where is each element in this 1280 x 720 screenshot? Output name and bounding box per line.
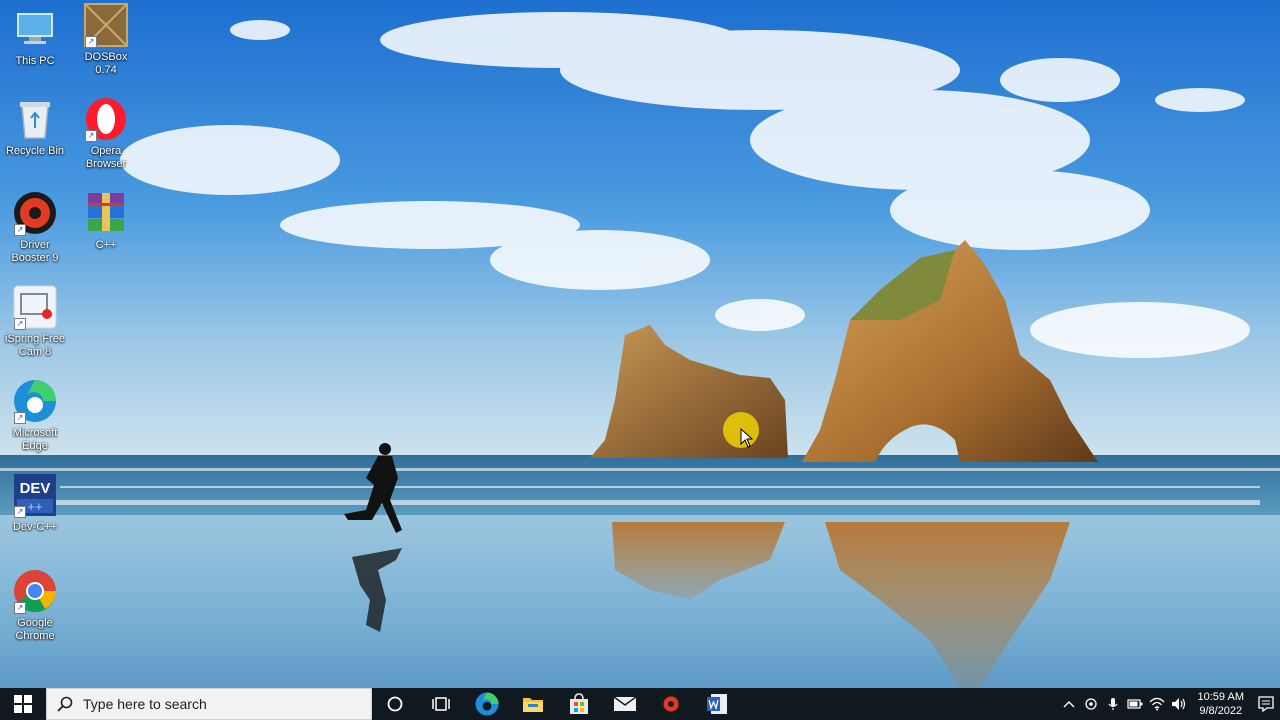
desktop-icon-opera[interactable]: ↗ Opera Browser bbox=[73, 96, 139, 171]
opera-icon: ↗ bbox=[83, 96, 129, 142]
shortcut-arrow-icon: ↗ bbox=[14, 602, 26, 614]
windows-logo-icon bbox=[14, 695, 32, 713]
icon-label: Driver Booster 9 bbox=[11, 239, 59, 264]
icon-label: iSpring Free Cam 8 bbox=[5, 333, 65, 358]
clock-date: 9/8/2022 bbox=[1199, 705, 1243, 717]
start-button[interactable] bbox=[0, 688, 46, 720]
taskbar-word[interactable] bbox=[694, 688, 740, 720]
shortcut-arrow-icon: ↗ bbox=[85, 36, 97, 48]
icon-label: Opera Browser bbox=[85, 145, 127, 170]
taskbar: Type here to search 10:59 AM 9/8/2022 bbox=[0, 688, 1280, 720]
desktop-icon-ispring-cam[interactable]: ↗ iSpring Free Cam 8 bbox=[2, 284, 68, 359]
task-view-button[interactable] bbox=[418, 688, 464, 720]
desktop-wallpaper bbox=[0, 0, 1280, 688]
microphone-icon[interactable] bbox=[1102, 688, 1124, 720]
icon-label: C++ bbox=[95, 239, 117, 251]
search-icon bbox=[57, 696, 73, 712]
cortana-icon bbox=[387, 696, 403, 712]
shortcut-arrow-icon: ↗ bbox=[85, 130, 97, 142]
taskbar-mail[interactable] bbox=[602, 688, 648, 720]
desktop-icon-edge[interactable]: ↗ Microsoft Edge bbox=[2, 378, 68, 453]
action-center-button[interactable] bbox=[1252, 688, 1280, 720]
word-icon bbox=[707, 694, 727, 714]
taskbar-file-explorer[interactable] bbox=[510, 688, 556, 720]
network-icon[interactable] bbox=[1146, 688, 1168, 720]
icon-label: DOSBox 0.74 bbox=[84, 51, 128, 76]
edge-icon: ↗ bbox=[12, 378, 58, 424]
shortcut-arrow-icon: ↗ bbox=[14, 412, 26, 424]
devcpp-icon: DEV ++ ↗ bbox=[12, 472, 58, 518]
cortana-button[interactable] bbox=[372, 688, 418, 720]
this-pc-icon bbox=[12, 6, 58, 52]
mail-icon bbox=[613, 696, 637, 711]
recycle-bin-icon bbox=[12, 96, 58, 142]
system-tray: 10:59 AM 9/8/2022 bbox=[1058, 688, 1280, 720]
desktop-icon-recycle-bin[interactable]: Recycle Bin bbox=[2, 96, 68, 158]
desktop-icon-devcpp[interactable]: DEV ++ ↗ Dev-C++ bbox=[2, 472, 68, 534]
meet-now-icon[interactable] bbox=[1080, 688, 1102, 720]
desktop-icon-this-pc[interactable]: This PC bbox=[2, 6, 68, 68]
desktop-icon-driver-booster[interactable]: ↗ Driver Booster 9 bbox=[2, 190, 68, 265]
task-view-icon bbox=[432, 697, 450, 711]
desktop-icon-cpp[interactable]: C++ bbox=[73, 190, 139, 252]
edge-icon bbox=[475, 692, 499, 716]
icon-label: Microsoft Edge bbox=[12, 427, 58, 452]
icon-label: Google Chrome bbox=[15, 617, 55, 642]
icon-label: Recycle Bin bbox=[5, 145, 65, 157]
file-explorer-icon bbox=[523, 698, 543, 712]
chrome-icon: ↗ bbox=[12, 568, 58, 614]
winrar-icon bbox=[83, 190, 129, 236]
mouse-pointer-icon bbox=[740, 428, 754, 448]
icon-label: Dev-C++ bbox=[12, 521, 58, 533]
driver-booster-icon: ↗ bbox=[12, 190, 58, 236]
search-box[interactable]: Type here to search bbox=[46, 688, 372, 720]
desktop-icon-dosbox[interactable]: ↗ DOSBox 0.74 bbox=[73, 2, 139, 77]
chevron-up-icon[interactable] bbox=[1058, 688, 1080, 720]
icon-label: This PC bbox=[15, 55, 55, 67]
dosbox-icon: ↗ bbox=[83, 2, 129, 48]
action-center-icon bbox=[1258, 696, 1274, 712]
clock[interactable]: 10:59 AM 9/8/2022 bbox=[1190, 690, 1252, 718]
desktop-icon-chrome[interactable]: ↗ Google Chrome bbox=[2, 568, 68, 643]
shortcut-arrow-icon: ↗ bbox=[14, 224, 26, 236]
taskbar-store[interactable] bbox=[556, 688, 602, 720]
driver-booster-icon bbox=[660, 693, 682, 715]
taskbar-edge[interactable] bbox=[464, 688, 510, 720]
search-placeholder: Type here to search bbox=[83, 696, 207, 712]
taskbar-driver-booster[interactable] bbox=[648, 688, 694, 720]
clock-time: 10:59 AM bbox=[1197, 691, 1244, 703]
shortcut-arrow-icon: ↗ bbox=[14, 318, 26, 330]
svg-text:++: ++ bbox=[27, 499, 42, 514]
ispring-cam-icon: ↗ bbox=[12, 284, 58, 330]
volume-icon[interactable] bbox=[1168, 688, 1190, 720]
battery-icon[interactable] bbox=[1124, 688, 1146, 720]
shortcut-arrow-icon: ↗ bbox=[14, 506, 26, 518]
store-icon bbox=[570, 693, 588, 714]
svg-text:DEV: DEV bbox=[20, 480, 51, 497]
